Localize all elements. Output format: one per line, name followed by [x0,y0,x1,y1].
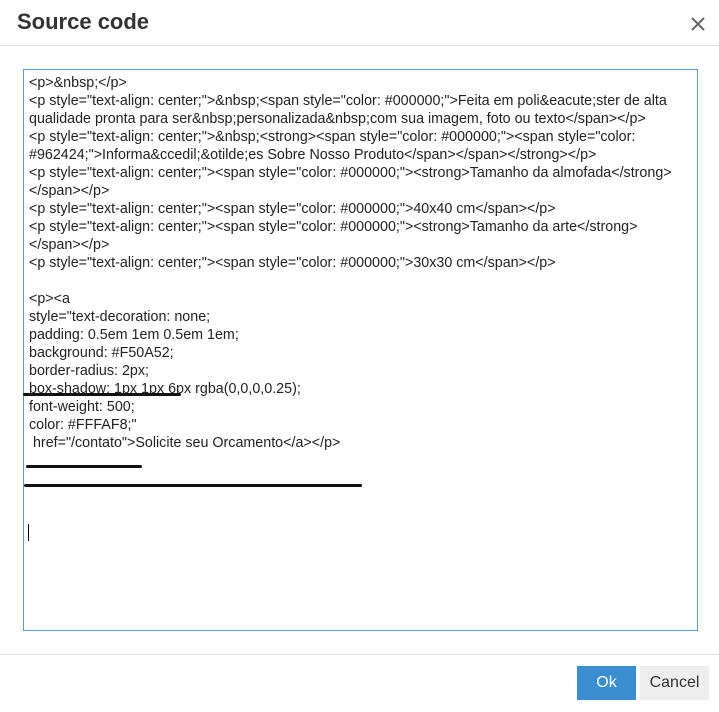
ok-button[interactable]: Ok [577,666,636,700]
annotation-underline-color [26,465,142,468]
annotation-underline-href [24,484,362,487]
close-icon [691,17,705,31]
dialog-header: Source code [0,0,719,46]
dialog-title: Source code [17,9,150,34]
text-caret [28,524,29,541]
source-code-dialog: Source code <p>&nbsp;</p> <p style="text… [0,0,719,712]
source-code-textarea[interactable]: <p>&nbsp;</p> <p style="text-align: cent… [23,69,698,631]
cancel-button[interactable]: Cancel [640,666,709,700]
close-button[interactable] [688,14,708,34]
annotation-underline-background [23,393,181,396]
